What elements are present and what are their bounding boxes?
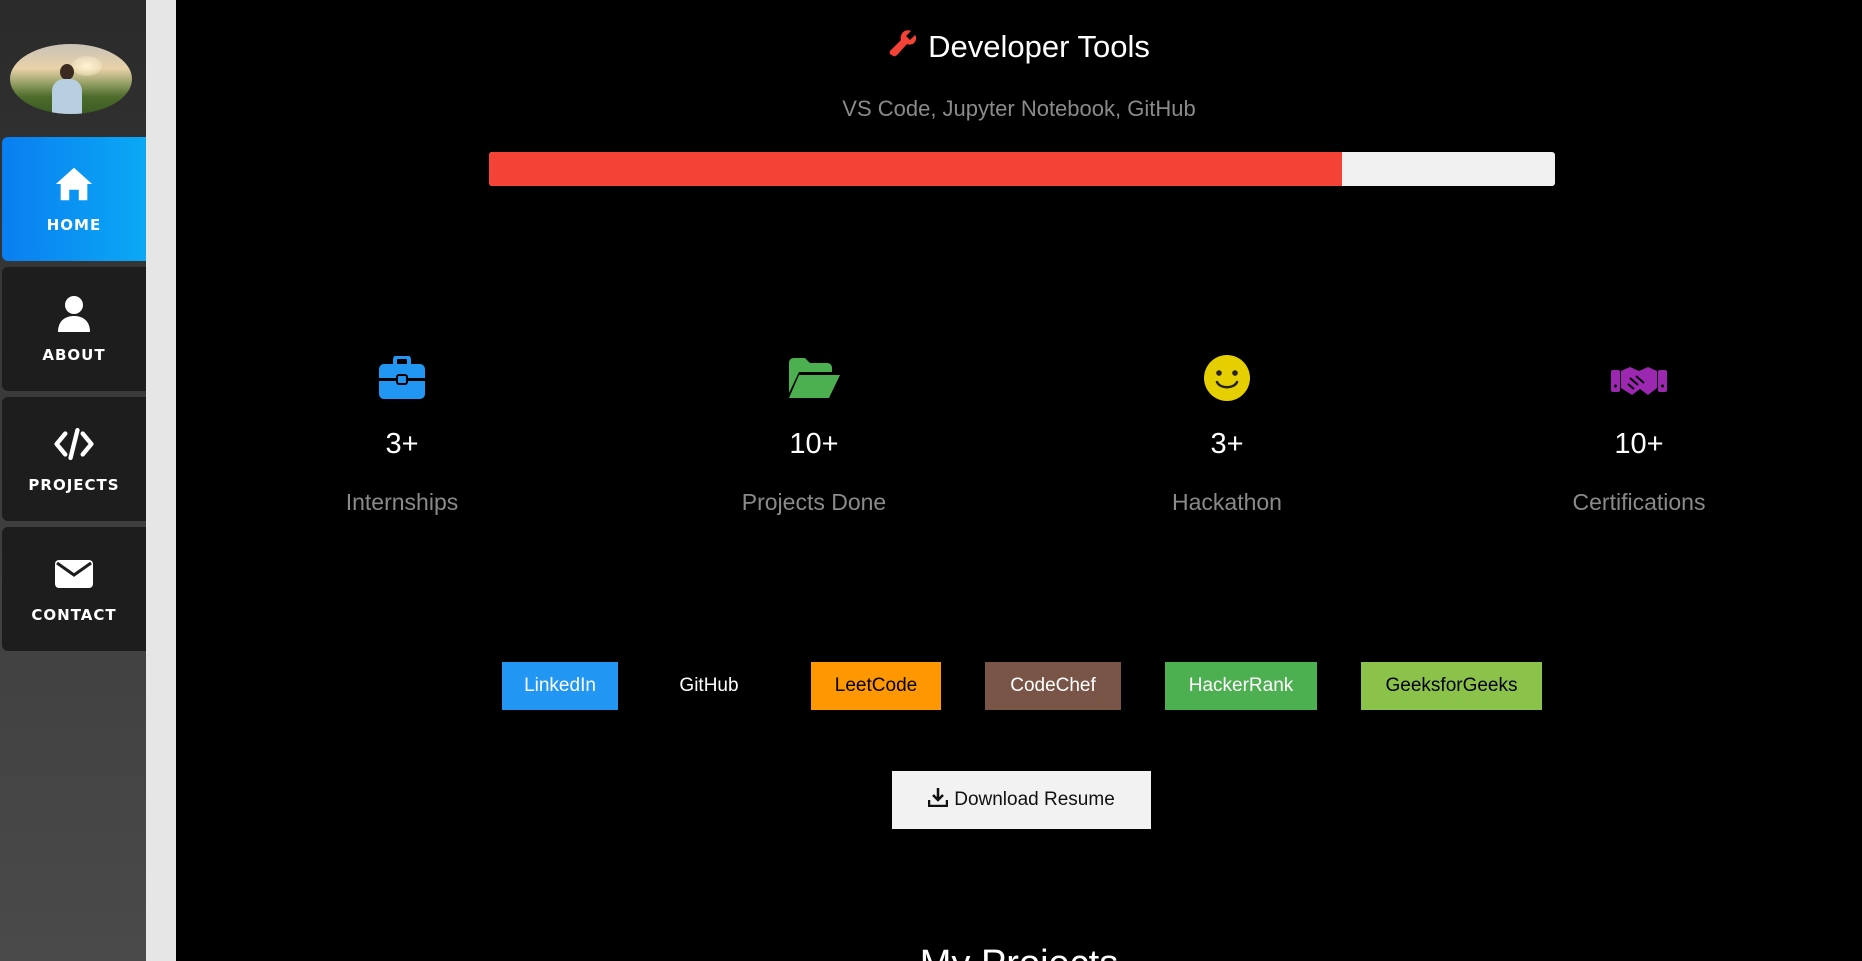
sidebar-item-home[interactable]: HOME — [2, 137, 146, 261]
section-heading: My Projects — [176, 944, 1862, 961]
stat-certifications: 10+ Certifications — [1489, 350, 1789, 516]
stat-value: 10+ — [1614, 428, 1664, 460]
sidebar: HOME ABOUT PROJECTS CONTACT — [0, 0, 146, 961]
sidebar-item-label: PROJECTS — [28, 476, 120, 494]
linkedin-link[interactable]: LinkedIn — [502, 662, 618, 710]
main-content: Developer Tools VS Code, Jupyter Noteboo… — [176, 0, 1862, 961]
stat-hackathon: 3+ Hackathon — [1077, 350, 1377, 516]
briefcase-icon — [252, 350, 552, 406]
sidebar-item-about[interactable]: ABOUT — [2, 267, 146, 391]
stat-value: 3+ — [1210, 428, 1244, 460]
stat-label: Hackathon — [1172, 489, 1282, 515]
codechef-link[interactable]: CodeChef — [985, 662, 1121, 710]
home-icon — [54, 164, 94, 204]
geeksforgeeks-link[interactable]: GeeksforGeeks — [1361, 662, 1542, 710]
envelope-icon — [54, 554, 94, 594]
download-resume-button[interactable]: Download Resume — [892, 771, 1151, 829]
stat-projects: 10+ Projects Done — [664, 350, 964, 516]
smile-icon — [1077, 350, 1377, 406]
skill-title: Developer Tools — [928, 29, 1150, 64]
stat-value: 3+ — [385, 428, 419, 460]
sidebar-item-contact[interactable]: CONTACT — [2, 527, 146, 651]
stat-internships: 3+ Internships — [252, 350, 552, 516]
stat-label: Internships — [345, 489, 459, 515]
skill-heading: Developer Tools — [176, 28, 1862, 66]
stat-value: 10+ — [789, 428, 839, 460]
hackerrank-link[interactable]: HackerRank — [1165, 662, 1317, 710]
skill-progress-fill — [489, 152, 1342, 186]
stats-section: 3+ Internships 10+ Projects Done 3+ Hack… — [176, 350, 1862, 550]
user-icon — [54, 294, 94, 334]
stat-label: Certifications — [1572, 489, 1706, 515]
sidebar-item-label: CONTACT — [31, 606, 117, 624]
sidebar-item-projects[interactable]: PROJECTS — [2, 397, 146, 521]
sidebar-item-label: ABOUT — [42, 346, 106, 364]
code-icon — [54, 424, 94, 464]
handshake-icon — [1489, 350, 1789, 406]
skill-progress-bar — [489, 152, 1555, 186]
download-icon — [927, 787, 949, 813]
folder-open-icon — [664, 350, 964, 406]
page-edge-strip — [146, 0, 176, 961]
sidebar-item-label: HOME — [46, 216, 102, 234]
wrench-icon — [888, 28, 918, 66]
download-label: Download Resume — [954, 789, 1115, 810]
profile-links: LinkedIn GitHub LeetCode CodeChef Hacker… — [176, 662, 1862, 710]
stat-label: Projects Done — [741, 489, 887, 515]
avatar — [10, 44, 132, 114]
leetcode-link[interactable]: LeetCode — [811, 662, 941, 710]
skill-subtitle: VS Code, Jupyter Notebook, GitHub — [842, 96, 1196, 121]
github-link[interactable]: GitHub — [651, 662, 767, 710]
